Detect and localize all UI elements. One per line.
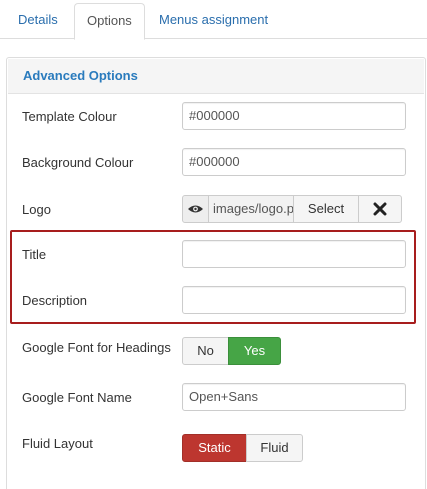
fluid-layout-fluid[interactable]: Fluid	[246, 434, 303, 462]
google-font-headings-label: Google Font for Headings	[22, 340, 171, 355]
background-colour-label: Background Colour	[22, 155, 134, 170]
logo-label: Logo	[22, 202, 51, 217]
google-font-headings-no[interactable]: No	[182, 337, 229, 365]
eye-icon	[188, 205, 203, 213]
template-colour-label: Template Colour	[22, 109, 117, 124]
background-colour-input[interactable]: #000000	[182, 148, 406, 176]
google-font-headings-yes[interactable]: Yes	[228, 337, 281, 365]
tab-bar: Details Options Menus assignment	[0, 0, 427, 40]
google-font-name-label: Google Font Name	[22, 390, 132, 405]
tab-details[interactable]: Details	[6, 3, 70, 39]
logo-preview-button[interactable]	[182, 195, 209, 223]
title-label: Title	[22, 247, 47, 262]
tab-menus-assignment[interactable]: Menus assignment	[147, 3, 280, 39]
template-colour-input[interactable]: #000000	[182, 102, 406, 130]
description-label: Description	[22, 293, 88, 308]
logo-clear-button[interactable]	[358, 195, 402, 223]
tab-options[interactable]: Options	[74, 3, 145, 40]
google-font-name-input[interactable]: Open+Sans	[182, 383, 406, 411]
fieldset-legend: Advanced Options	[23, 68, 138, 83]
template-options-page: Details Options Menus assignment Advance…	[0, 0, 427, 489]
fluid-layout-static[interactable]: Static	[182, 434, 247, 462]
logo-path-input[interactable]: images/logo.png	[208, 195, 294, 223]
close-icon	[373, 202, 387, 216]
description-input[interactable]	[182, 286, 406, 314]
logo-select-button[interactable]: Select	[293, 195, 359, 223]
fluid-layout-label: Fluid Layout	[22, 436, 93, 451]
fieldset-header: Advanced Options	[8, 59, 424, 94]
title-input[interactable]	[182, 240, 406, 268]
